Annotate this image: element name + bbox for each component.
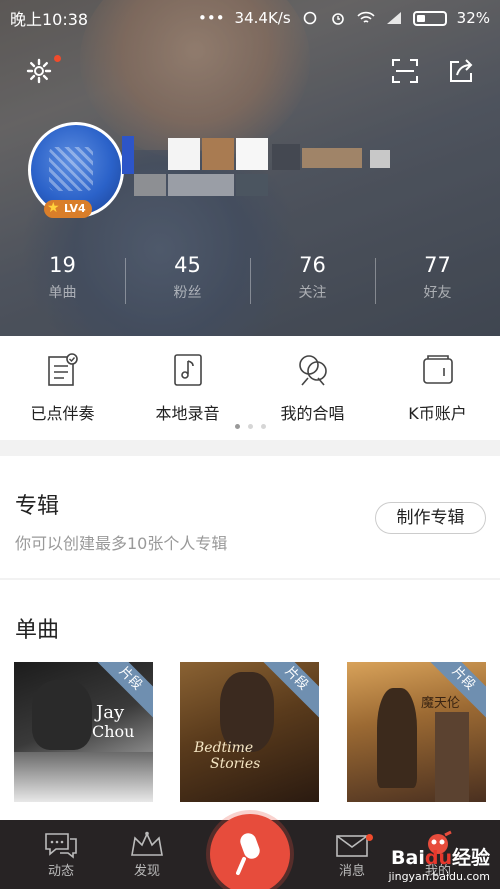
accompaniment-list-icon xyxy=(46,352,80,388)
signal-icon xyxy=(386,12,401,24)
profile-header: 晚上10:38 ••• 34.4K/s 32% ★ LV4 19 单曲 45 粉… xyxy=(0,0,500,336)
local-recording-icon xyxy=(171,352,205,388)
scan-icon xyxy=(392,59,418,83)
baidu-watermark: Baidu经验 jingyan.baidu.com xyxy=(388,847,490,883)
username-mosaic xyxy=(122,130,402,198)
nav-discover[interactable]: 发现 xyxy=(117,830,177,879)
single-cover-1[interactable]: Jay Chou 片段 xyxy=(14,662,153,802)
share-button[interactable] xyxy=(446,56,476,86)
single-cover-3[interactable]: 魔天伦 片段 xyxy=(347,662,486,802)
chorus-icon xyxy=(296,352,330,388)
nav-messages[interactable]: 消息 xyxy=(322,830,382,879)
gear-icon xyxy=(26,58,52,84)
status-bar: 晚上10:38 ••• 34.4K/s 32% xyxy=(0,0,500,36)
share-icon xyxy=(450,59,473,82)
singles-section: 单曲 Jay Chou 片段 Bedtime Stories 片段 魔天伦 片段 xyxy=(0,580,500,820)
envelope-icon xyxy=(322,830,382,860)
make-album-button[interactable]: 制作专辑 xyxy=(375,502,486,534)
single-cover-2[interactable]: Bedtime Stories 片段 xyxy=(180,662,319,802)
stat-friends[interactable]: 77 好友 xyxy=(375,250,500,312)
singles-title: 单曲 xyxy=(15,618,60,643)
quick-item-local-recording[interactable]: 本地录音 xyxy=(125,336,250,426)
album-section: 专辑 你可以创建最多10张个人专辑 制作专辑 xyxy=(0,456,500,578)
quick-menu: 已点伴奏 本地录音 我的合唱 K币账户 xyxy=(0,336,500,440)
more-dots-icon: ••• xyxy=(198,9,225,27)
wifi-icon xyxy=(357,11,375,23)
album-title: 专辑 xyxy=(15,494,60,519)
page-indicator xyxy=(0,424,500,429)
wallet-icon xyxy=(421,352,455,388)
battery-level: 32% xyxy=(456,9,490,27)
scan-button[interactable] xyxy=(390,56,420,86)
settings-button[interactable] xyxy=(24,55,61,86)
nav-feed[interactable]: 动态 xyxy=(31,830,91,879)
network-speed: 34.4K/s xyxy=(234,9,291,27)
stats-bar: 19 单曲 45 粉丝 76 关注 77 好友 xyxy=(0,250,500,312)
stat-singles[interactable]: 19 单曲 xyxy=(0,250,125,312)
chat-bubble-icon xyxy=(31,830,91,860)
notification-dot xyxy=(54,55,61,62)
alarm-icon xyxy=(331,13,344,25)
quick-item-chorus[interactable]: 我的合唱 xyxy=(250,336,375,426)
sing-button[interactable] xyxy=(210,814,290,889)
battery-icon xyxy=(412,10,447,26)
status-time: 晚上10:38 xyxy=(10,10,89,29)
notification-dot xyxy=(366,834,373,841)
stat-following[interactable]: 76 关注 xyxy=(250,250,375,312)
stat-fans[interactable]: 45 粉丝 xyxy=(125,250,250,312)
quick-item-accompaniment[interactable]: 已点伴奏 xyxy=(0,336,125,426)
quick-item-wallet[interactable]: K币账户 xyxy=(375,336,500,426)
sync-icon xyxy=(303,11,316,25)
microphone-icon xyxy=(236,833,260,875)
crown-icon xyxy=(117,830,177,860)
level-badge: LV4 xyxy=(44,199,92,218)
album-subtitle: 你可以创建最多10张个人专辑 xyxy=(15,534,228,553)
bottom-nav: 动态 发现 消息 我的 Baidu经验 jingyan.baidu.com xyxy=(0,814,500,889)
